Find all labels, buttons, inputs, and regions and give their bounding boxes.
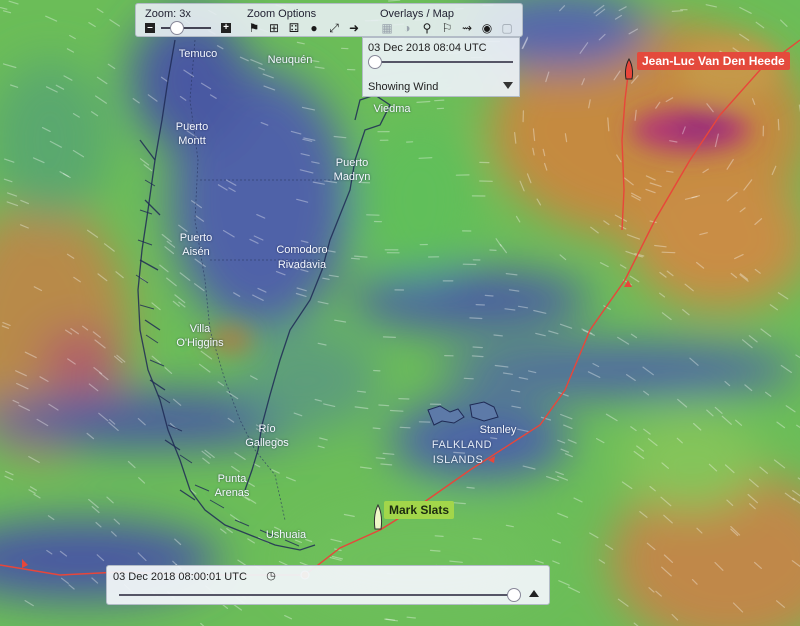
plus-square-icon[interactable]: ⊞ — [267, 21, 281, 35]
place-label: Puerto — [179, 232, 213, 244]
globe-icon[interactable]: ◉ — [480, 21, 494, 35]
overlays-label: Overlays / Map — [380, 8, 454, 20]
wind-streak — [466, 486, 475, 489]
boat-icon[interactable] — [373, 504, 383, 530]
place-label: Montt — [178, 135, 206, 147]
region-label: FALKLAND — [431, 439, 493, 451]
timeline-datetime: 03 Dec 2018 08:00:01 UTC — [113, 571, 247, 583]
place-label: Ushuaia — [265, 529, 307, 541]
place-label: Rivadavia — [277, 259, 327, 271]
place-label: Madryn — [333, 171, 371, 183]
zoom-slider-handle[interactable] — [170, 21, 184, 35]
grid-icon[interactable]: ▦ — [380, 21, 394, 35]
wind-streak — [471, 355, 484, 358]
square-icon[interactable]: ▢ — [500, 21, 514, 35]
wind-streak — [661, 251, 676, 254]
dice-icon[interactable]: ⚃ — [287, 21, 301, 35]
group-icon[interactable]: ● — [307, 21, 321, 35]
zoom-label: Zoom: 3x — [145, 8, 191, 20]
wind-streak — [350, 257, 360, 260]
flags-icon[interactable]: ⚐ — [440, 21, 454, 35]
place-label: Temuco — [178, 48, 218, 60]
place-label: Villa — [189, 323, 211, 335]
place-label: Stanley — [479, 424, 517, 436]
wind-streak — [406, 616, 416, 619]
place-label: O'Higgins — [176, 337, 224, 349]
place-label: Río — [258, 423, 276, 435]
wind-streak — [382, 336, 396, 338]
boat-label-jean-luc[interactable]: Jean-Luc Van Den Heede — [637, 52, 790, 70]
wind-streak — [434, 535, 444, 538]
place-label: Puerto — [175, 121, 209, 133]
wind-streak — [372, 427, 381, 430]
zoom-out-button[interactable]: – — [145, 23, 155, 33]
place-label: Punta — [217, 473, 247, 485]
expand-icon[interactable]: ⤢ — [327, 21, 341, 35]
overlay-time-handle[interactable] — [368, 55, 382, 69]
boat-label-mark-slats[interactable]: Mark Slats — [384, 501, 455, 519]
wind-streak — [671, 10, 684, 12]
dropdown-arrow-icon[interactable] — [503, 82, 513, 89]
wind-streak — [469, 317, 483, 320]
wind-streak — [418, 157, 433, 159]
expand-up-icon[interactable] — [529, 590, 539, 597]
place-label: Gallegos — [245, 437, 289, 449]
zoom-slider[interactable] — [161, 27, 211, 29]
overlay-datetime: 03 Dec 2018 08:04 UTC — [368, 42, 487, 54]
clock-icon[interactable]: ◷ — [265, 570, 277, 582]
wind-streak — [399, 426, 411, 429]
wind-streak — [429, 549, 441, 552]
place-label: Puerto — [335, 157, 369, 169]
wind-streak — [777, 118, 780, 131]
map-toolbar: Zoom: 3x Zoom Options Overlays / Map – +… — [135, 3, 523, 37]
timeline-panel: 03 Dec 2018 08:00:01 UTC ◷ — [106, 565, 550, 605]
wind-streak — [389, 409, 404, 412]
wind-streak — [375, 457, 386, 460]
place-label: Viedma — [373, 103, 411, 115]
place-label: Aisén — [182, 246, 210, 258]
timeline-handle[interactable] — [507, 588, 521, 602]
wind-streak — [463, 377, 474, 380]
wind-streak — [378, 404, 390, 407]
place-label: Comodoro — [276, 244, 328, 256]
flag-icon[interactable]: ⚑ — [247, 21, 261, 35]
zoom-in-button[interactable]: + — [221, 23, 231, 33]
region-label: ISLANDS — [432, 454, 484, 466]
place-label: Neuquén — [267, 54, 313, 66]
half-circle-icon[interactable]: ◑ — [400, 21, 414, 35]
overlay-time-panel: 03 Dec 2018 08:04 UTC Showing Wind — [362, 37, 520, 97]
login-icon[interactable]: ➜ — [347, 21, 361, 35]
overlay-mode-select[interactable]: Showing Wind — [368, 81, 438, 93]
wind-streak — [434, 99, 445, 102]
pin-icon[interactable]: ⚲ — [420, 21, 434, 35]
place-label: Arenas — [214, 487, 250, 499]
zoom-options-label: Zoom Options — [247, 8, 317, 20]
wind-streak — [388, 0, 401, 2]
route-icon[interactable]: ⇝ — [460, 21, 474, 35]
overlay-time-slider[interactable] — [373, 61, 513, 63]
boat-icon[interactable] — [624, 58, 634, 80]
wind-streak — [472, 346, 483, 349]
timeline-slider[interactable] — [119, 594, 519, 596]
wind-streak — [484, 294, 494, 297]
